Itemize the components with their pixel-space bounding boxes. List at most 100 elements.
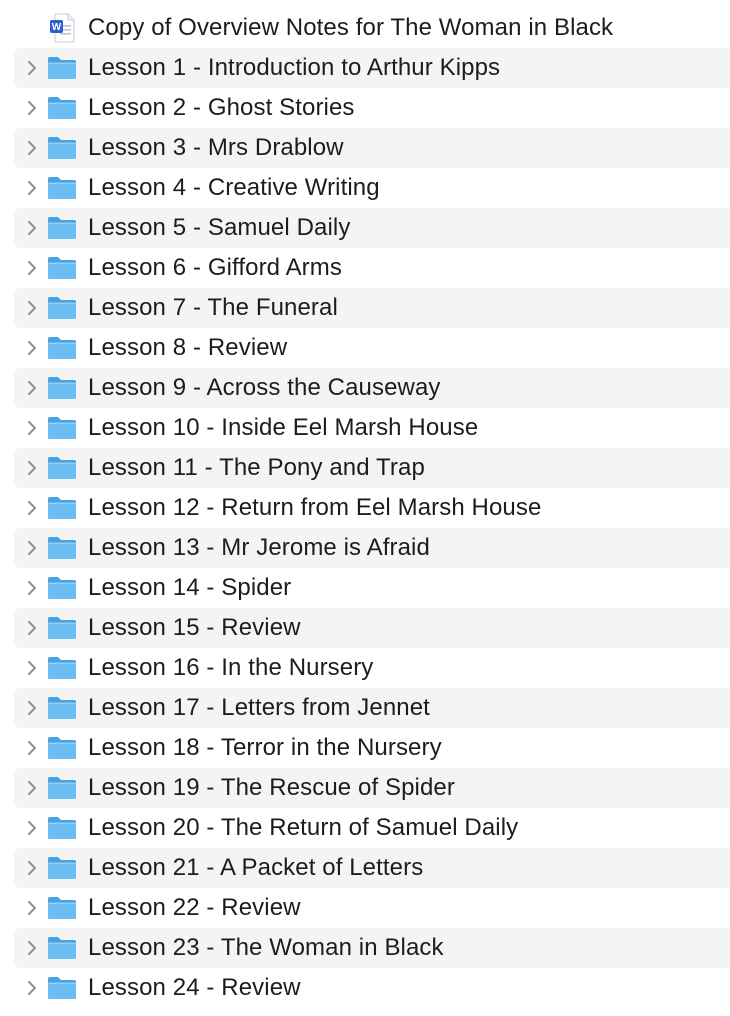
folder-name: Lesson 24 - Review bbox=[88, 974, 301, 1001]
folder-row[interactable]: Lesson 13 - Mr Jerome is Afraid bbox=[14, 528, 730, 568]
chevron-right-icon[interactable] bbox=[24, 538, 40, 558]
file-list: W Copy of Overview Notes for The Woman in… bbox=[0, 0, 730, 1016]
folder-row[interactable]: Lesson 23 - The Woman in Black bbox=[14, 928, 730, 968]
folder-row[interactable]: Lesson 9 - Across the Causeway bbox=[14, 368, 730, 408]
folder-name: Lesson 9 - Across the Causeway bbox=[88, 374, 441, 401]
folder-icon bbox=[45, 53, 79, 83]
folder-name: Lesson 5 - Samuel Daily bbox=[88, 214, 351, 241]
folder-row[interactable]: Lesson 8 - Review bbox=[14, 328, 730, 368]
folder-name: Lesson 6 - Gifford Arms bbox=[88, 254, 342, 281]
chevron-right-icon[interactable] bbox=[24, 258, 40, 278]
folder-icon bbox=[45, 613, 79, 643]
folder-name: Lesson 15 - Review bbox=[88, 614, 301, 641]
folder-name: Lesson 13 - Mr Jerome is Afraid bbox=[88, 534, 430, 561]
chevron-right-icon[interactable] bbox=[24, 298, 40, 318]
folder-icon bbox=[45, 933, 79, 963]
chevron-right-icon[interactable] bbox=[24, 658, 40, 678]
folder-icon bbox=[45, 333, 79, 363]
chevron-right-icon[interactable] bbox=[24, 378, 40, 398]
folder-name: Lesson 8 - Review bbox=[88, 334, 288, 361]
folder-icon bbox=[45, 693, 79, 723]
document-row[interactable]: W Copy of Overview Notes for The Woman in… bbox=[14, 8, 730, 48]
folder-icon bbox=[45, 493, 79, 523]
chevron-right-icon[interactable] bbox=[24, 218, 40, 238]
folder-name: Lesson 11 - The Pony and Trap bbox=[88, 454, 425, 481]
folder-icon bbox=[45, 653, 79, 683]
chevron-right-icon[interactable] bbox=[24, 498, 40, 518]
chevron-right-icon[interactable] bbox=[24, 58, 40, 78]
chevron-right-icon[interactable] bbox=[24, 738, 40, 758]
folder-name: Lesson 19 - The Rescue of Spider bbox=[88, 774, 455, 801]
folder-row[interactable]: Lesson 10 - Inside Eel Marsh House bbox=[14, 408, 730, 448]
chevron-right-icon[interactable] bbox=[24, 338, 40, 358]
word-document-icon: W bbox=[45, 13, 79, 43]
folder-row[interactable]: Lesson 16 - In the Nursery bbox=[14, 648, 730, 688]
chevron-right-icon[interactable] bbox=[24, 418, 40, 438]
folder-row[interactable]: Lesson 21 - A Packet of Letters bbox=[14, 848, 730, 888]
folder-row[interactable]: Lesson 19 - The Rescue of Spider bbox=[14, 768, 730, 808]
document-name: Copy of Overview Notes for The Woman in … bbox=[88, 14, 614, 41]
folder-name: Lesson 20 - The Return of Samuel Daily bbox=[88, 814, 519, 841]
chevron-right-icon[interactable] bbox=[24, 578, 40, 598]
folder-icon bbox=[45, 973, 79, 1003]
folder-icon bbox=[45, 173, 79, 203]
folder-icon bbox=[45, 733, 79, 763]
folder-row[interactable]: Lesson 17 - Letters from Jennet bbox=[14, 688, 730, 728]
chevron-right-icon[interactable] bbox=[24, 818, 40, 838]
chevron-right-icon[interactable] bbox=[24, 938, 40, 958]
folder-name: Lesson 3 - Mrs Drablow bbox=[88, 134, 344, 161]
chevron-right-icon[interactable] bbox=[24, 138, 40, 158]
chevron-right-icon[interactable] bbox=[24, 178, 40, 198]
folder-name: Lesson 22 - Review bbox=[88, 894, 301, 921]
folder-row[interactable]: Lesson 6 - Gifford Arms bbox=[14, 248, 730, 288]
folder-row[interactable]: Lesson 20 - The Return of Samuel Daily bbox=[14, 808, 730, 848]
chevron-right-icon[interactable] bbox=[24, 898, 40, 918]
folder-icon bbox=[45, 213, 79, 243]
chevron-right-icon[interactable] bbox=[24, 698, 40, 718]
folder-icon bbox=[45, 573, 79, 603]
chevron-right-icon[interactable] bbox=[24, 458, 40, 478]
folder-row[interactable]: Lesson 11 - The Pony and Trap bbox=[14, 448, 730, 488]
chevron-right-icon[interactable] bbox=[24, 778, 40, 798]
folder-icon bbox=[45, 533, 79, 563]
folder-row[interactable]: Lesson 24 - Review bbox=[14, 968, 730, 1008]
folder-icon bbox=[45, 373, 79, 403]
chevron-right-icon[interactable] bbox=[24, 618, 40, 638]
folder-icon bbox=[45, 253, 79, 283]
folder-icon bbox=[45, 853, 79, 883]
folder-icon bbox=[45, 93, 79, 123]
folder-row[interactable]: Lesson 4 - Creative Writing bbox=[14, 168, 730, 208]
folder-name: Lesson 12 - Return from Eel Marsh House bbox=[88, 494, 542, 521]
folder-name: Lesson 21 - A Packet of Letters bbox=[88, 854, 424, 881]
chevron-right-icon[interactable] bbox=[24, 858, 40, 878]
folder-icon bbox=[45, 813, 79, 843]
folder-name: Lesson 17 - Letters from Jennet bbox=[88, 694, 430, 721]
folder-icon bbox=[45, 413, 79, 443]
folder-name: Lesson 4 - Creative Writing bbox=[88, 174, 380, 201]
folder-row[interactable]: Lesson 18 - Terror in the Nursery bbox=[14, 728, 730, 768]
folder-row[interactable]: Lesson 1 - Introduction to Arthur Kipps bbox=[14, 48, 730, 88]
folder-row[interactable]: Lesson 3 - Mrs Drablow bbox=[14, 128, 730, 168]
folder-name: Lesson 23 - The Woman in Black bbox=[88, 934, 444, 961]
folder-name: Lesson 2 - Ghost Stories bbox=[88, 94, 355, 121]
folder-name: Lesson 7 - The Funeral bbox=[88, 294, 338, 321]
folder-row[interactable]: Lesson 2 - Ghost Stories bbox=[14, 88, 730, 128]
folder-name: Lesson 1 - Introduction to Arthur Kipps bbox=[88, 54, 501, 81]
chevron-right-icon[interactable] bbox=[24, 98, 40, 118]
folder-name: Lesson 14 - Spider bbox=[88, 574, 292, 601]
folder-icon bbox=[45, 293, 79, 323]
folder-row[interactable]: Lesson 12 - Return from Eel Marsh House bbox=[14, 488, 730, 528]
folder-row[interactable]: Lesson 5 - Samuel Daily bbox=[14, 208, 730, 248]
folder-icon bbox=[45, 893, 79, 923]
folder-name: Lesson 16 - In the Nursery bbox=[88, 654, 374, 681]
folder-row[interactable]: Lesson 22 - Review bbox=[14, 888, 730, 928]
folder-icon bbox=[45, 453, 79, 483]
folder-icon bbox=[45, 133, 79, 163]
folder-row[interactable]: Lesson 7 - The Funeral bbox=[14, 288, 730, 328]
folder-icon bbox=[45, 773, 79, 803]
folder-row[interactable]: Lesson 14 - Spider bbox=[14, 568, 730, 608]
folder-row[interactable]: Lesson 15 - Review bbox=[14, 608, 730, 648]
chevron-right-icon[interactable] bbox=[24, 978, 40, 998]
folder-name: Lesson 18 - Terror in the Nursery bbox=[88, 734, 442, 761]
folder-name: Lesson 10 - Inside Eel Marsh House bbox=[88, 414, 479, 441]
